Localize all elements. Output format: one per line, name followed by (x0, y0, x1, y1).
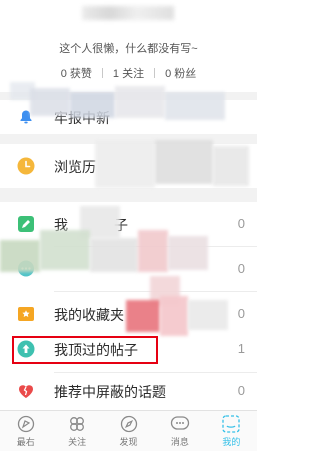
stat-likes-label: 获赞 (69, 68, 92, 80)
mosaic-block (95, 140, 155, 188)
mosaic-block (188, 300, 228, 330)
menu-item-favorites-label: 我的收藏夹 (54, 307, 124, 323)
stat-followers-value: 0 (165, 68, 172, 80)
tab-messages[interactable]: 消息 (154, 411, 205, 451)
chat-bubble-icon (170, 415, 190, 433)
menu-item-my-replies-count: 0 (237, 261, 245, 276)
tab-following-label: 关注 (68, 437, 87, 447)
mosaic-block (138, 230, 168, 272)
stat-likes-value: 0 (60, 68, 67, 80)
edit-icon (17, 215, 35, 233)
mosaic-block (160, 296, 188, 336)
star-folder-icon (17, 305, 35, 323)
tab-discover-label: 发现 (119, 437, 138, 447)
section-gap (0, 188, 257, 202)
mosaic-block (90, 238, 138, 272)
mosaic-block (115, 86, 165, 118)
highlight-box (12, 336, 158, 364)
tab-home-label: 最右 (16, 437, 35, 447)
mosaic-block (155, 140, 213, 184)
menu-item-my-posts-count: 0 (237, 216, 245, 231)
profile-bio: 这个人很懒，什么都没有写~ (59, 43, 198, 55)
stat-followers-label: 粉丝 (174, 68, 197, 80)
menu-item-hidden-topics-count: 0 (237, 383, 245, 398)
tab-messages-label: 消息 (170, 437, 189, 447)
mosaic-block (213, 146, 249, 186)
mosaic-block (70, 92, 115, 118)
mosaic-block (165, 92, 225, 120)
compass-icon (119, 415, 139, 433)
broken-heart-icon (17, 382, 35, 400)
tab-home[interactable]: 最右 (0, 411, 51, 451)
profile-stats: 0 获赞 1 关注 0 粉丝 (0, 65, 257, 81)
menu-item-upvoted-count: 1 (237, 341, 245, 356)
tab-me-label: 我的 (222, 437, 241, 447)
stat-likes[interactable]: 0 获赞 (61, 65, 92, 81)
stat-following[interactable]: 1 关注 (113, 65, 144, 81)
tab-discover[interactable]: 发现 (103, 411, 154, 451)
stat-following-value: 1 (112, 68, 120, 80)
mosaic-block (168, 236, 208, 270)
profile-icon (221, 415, 241, 433)
tab-me[interactable]: 我的 (206, 411, 257, 451)
menu-item-hidden-topics-label: 推荐中屏蔽的话题 (54, 384, 166, 400)
mosaic-block (0, 240, 40, 272)
menu-item-favorites-count: 0 (237, 306, 245, 321)
stat-divider (101, 68, 103, 78)
username-redacted (82, 6, 174, 20)
mosaic-block (30, 88, 70, 116)
mosaic-block (126, 300, 160, 332)
clover-icon (67, 415, 87, 433)
tab-following[interactable]: 关注 (51, 411, 102, 451)
home-icon (16, 415, 36, 433)
menu-item-history-label: 浏览历 (54, 159, 96, 175)
clock-icon (17, 157, 35, 175)
stat-divider (154, 68, 156, 78)
profile-header: 这个人很懒，什么都没有写~ 0 获赞 1 关注 0 粉丝 (0, 0, 257, 92)
stat-followers[interactable]: 0 粉丝 (165, 65, 196, 81)
bottom-tab-bar: 最右 关注 发现 消息 我的 (0, 410, 257, 451)
mosaic-block (40, 230, 90, 270)
stat-following-label: 关注 (122, 68, 145, 80)
menu-item-hidden-topics[interactable]: 推荐中屏蔽的话题 0 (0, 373, 257, 409)
